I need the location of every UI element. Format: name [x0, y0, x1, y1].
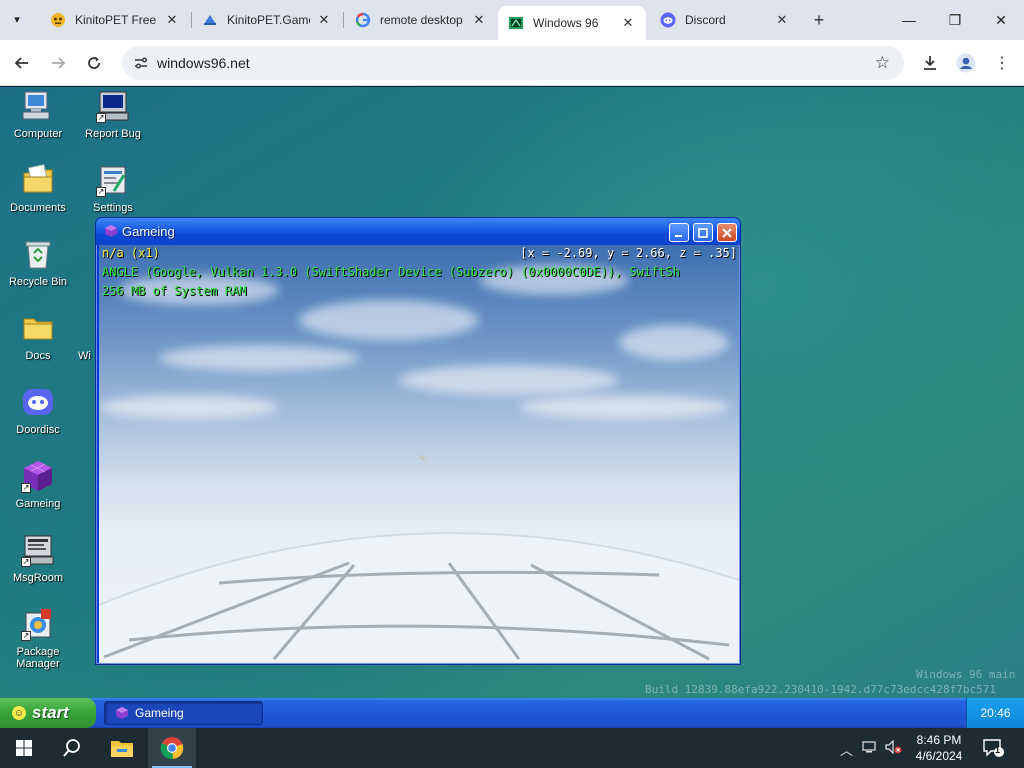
tab-title: KinitoPET.Game: [227, 13, 310, 27]
windows-start-icon[interactable]: [0, 728, 48, 768]
doordisc-icon: [21, 385, 55, 419]
hud-ram-text: 256 MB of System RAM: [102, 284, 247, 298]
build-watermark-line2: Build 12839.88efa922.230410-1942.d77c73e…: [645, 683, 996, 696]
build-watermark-line1: Windows 96 main: [916, 668, 1016, 681]
ground-dome: [99, 454, 739, 663]
smiley-logo-icon: ☺: [12, 706, 26, 720]
reload-icon[interactable]: [81, 50, 107, 76]
tab-kinitopet-game[interactable]: KinitoPET.Game ✕: [192, 6, 342, 34]
tab-windows-96[interactable]: Windows 96 ✕: [498, 6, 646, 40]
file-explorer-icon[interactable]: [98, 728, 146, 768]
more-menu-kebab-icon[interactable]: ⋮: [989, 50, 1015, 76]
discord-favicon: [660, 12, 676, 28]
windows96-favicon: [508, 15, 524, 31]
notification-center-icon[interactable]: 1: [982, 738, 1006, 761]
window-minimize-button[interactable]: [669, 223, 689, 242]
kinitopet-favicon: [50, 12, 66, 28]
window-titlebar[interactable]: Gameing: [96, 218, 740, 245]
tab-title: KinitoPET Free: [75, 13, 157, 27]
tab-title: remote desktop: [380, 13, 463, 27]
restore-icon[interactable]: ❐: [932, 0, 978, 40]
game-viewport-canvas[interactable]: n/a (x1) [x = -2.69, y = 2.66, z = .35] …: [99, 245, 739, 663]
tab-kinitopet-free[interactable]: KinitoPET Free ✕: [40, 6, 190, 34]
tab-title: Discord: [685, 13, 726, 27]
desktop-icon-documents[interactable]: Documents: [0, 163, 76, 214]
network-icon[interactable]: [862, 740, 878, 757]
chrome-icon[interactable]: [148, 728, 196, 768]
url-text: windows96.net: [157, 55, 250, 71]
settings-icon: ↗: [96, 163, 130, 197]
window-maximize-button[interactable]: [693, 223, 713, 242]
desktop-icon-computer[interactable]: Computer: [0, 89, 76, 140]
gameing-cube-icon: ↗: [21, 459, 55, 493]
desktop-icon-msgroom[interactable]: ↗ MsgRoom: [0, 533, 76, 584]
minimize-icon[interactable]: —: [886, 0, 932, 40]
tab-title: Windows 96: [533, 16, 599, 30]
documents-folder-icon: [21, 163, 55, 197]
volume-muted-icon[interactable]: [885, 739, 903, 757]
new-tab-plus-icon[interactable]: +: [808, 9, 830, 31]
notification-count-badge: 1: [995, 745, 1001, 755]
hud-coordinates-text: [x = -2.69, y = 2.66, z = .35]: [520, 246, 737, 260]
tab-search-chevron-icon[interactable]: ▾: [6, 8, 28, 30]
desktop-icon-recycle-bin[interactable]: Recycle Bin: [0, 237, 76, 288]
desktop-icon-settings[interactable]: ↗ Settings: [75, 163, 151, 214]
show-hidden-icons-chevron-icon[interactable]: ︿: [840, 740, 853, 759]
tab-discord[interactable]: Discord ✕: [650, 6, 800, 34]
gameing-cube-icon: [115, 706, 129, 720]
tab-remote-desktop[interactable]: remote desktop ✕: [345, 6, 497, 34]
close-tab-icon[interactable]: ✕: [471, 12, 487, 28]
close-tab-icon[interactable]: ✕: [316, 12, 332, 28]
hud-renderer-text: ANGLE (Google, Vulkan 1.3.0 (SwiftShader…: [102, 265, 680, 279]
win96-taskbar: ☺ start Gameing 20:46: [0, 698, 1024, 728]
recycle-bin-icon: [21, 237, 55, 271]
win96-clock[interactable]: 20:46: [966, 698, 1024, 728]
taskbar-item-gameing[interactable]: Gameing: [104, 701, 263, 725]
desktop-icon-doordisc[interactable]: Doordisc: [0, 385, 76, 436]
browser-toolbar: windows96.net ☆ ⋮: [0, 40, 1024, 86]
hud-mode-text: n/a (x1): [102, 246, 160, 260]
back-arrow-icon[interactable]: [9, 50, 35, 76]
window-close-button[interactable]: [717, 223, 737, 242]
browser-tab-strip: ▾ KinitoPET Free ✕ KinitoPET.Game ✕ remo…: [0, 0, 1024, 40]
desktop-icon-report-bug[interactable]: ↗ Report Bug: [75, 89, 151, 140]
gameing-window: Gameing n/a (x1) [x = -2.69, y = 2.66, z…: [95, 217, 741, 665]
address-bar[interactable]: windows96.net ☆: [122, 46, 904, 80]
host-windows-taskbar: ︿ 8:46 PM 4/6/2024 1: [0, 728, 1024, 768]
close-tab-icon[interactable]: ✕: [164, 12, 180, 28]
site-info-tune-icon[interactable]: [132, 54, 150, 72]
start-button[interactable]: ☺ start: [0, 698, 96, 728]
msgroom-icon: ↗: [21, 533, 55, 567]
package-manager-icon: ↗: [21, 607, 55, 641]
gameing-cube-icon: [104, 224, 118, 238]
report-bug-icon: ↗: [96, 89, 130, 123]
search-icon[interactable]: [48, 728, 96, 768]
desktop-icon-package-manager[interactable]: ↗ Package Manager: [0, 607, 76, 670]
host-clock[interactable]: 8:46 PM 4/6/2024: [906, 732, 972, 764]
download-icon[interactable]: [917, 50, 943, 76]
close-window-icon[interactable]: ✕: [978, 0, 1024, 40]
computer-icon: [21, 89, 55, 123]
close-tab-icon[interactable]: ✕: [620, 15, 636, 31]
profile-avatar-icon[interactable]: [953, 50, 979, 76]
window-title: Gameing: [122, 224, 175, 239]
cloud-favicon: [202, 12, 218, 28]
desktop-icon-docs[interactable]: Docs: [0, 311, 76, 362]
bookmark-star-icon[interactable]: ☆: [875, 53, 890, 73]
google-favicon: [355, 12, 371, 28]
folder-icon: [21, 311, 55, 345]
forward-arrow-icon[interactable]: [45, 50, 71, 76]
close-tab-icon[interactable]: ✕: [774, 12, 790, 28]
desktop-icon-gameing[interactable]: ↗ Gameing: [0, 459, 76, 510]
